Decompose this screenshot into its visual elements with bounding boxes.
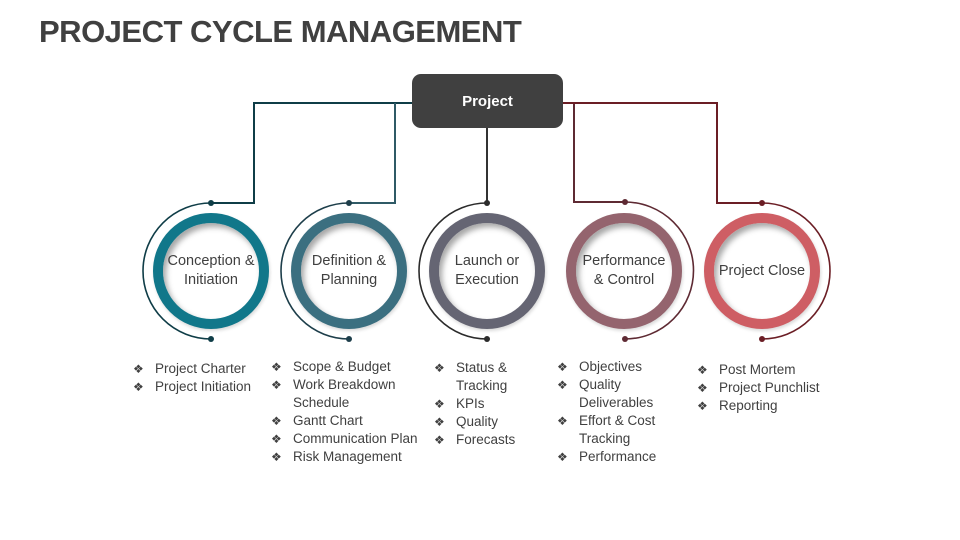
list-item: ❖ Risk Management	[271, 448, 431, 466]
stage-circle-launch: Launch or Execution	[429, 213, 545, 329]
list-item: ❖ Status & Tracking	[434, 359, 544, 395]
dot-bottom-stage-4	[622, 336, 628, 342]
stage-label: Conception & Initiation	[167, 253, 255, 288]
bullet-icon: ❖	[271, 432, 282, 446]
list-item: ❖ Reporting	[697, 397, 837, 415]
dot-bottom-stage-3	[484, 336, 490, 342]
list-item: ❖ KPIs	[434, 395, 544, 413]
list-item: ❖ Project Punchlist	[697, 379, 837, 397]
stage-label: Launch or Execution	[454, 253, 520, 288]
stage-label: Project Close	[718, 262, 806, 279]
connector-stage-1	[211, 102, 412, 204]
list-item: ❖ Post Mortem	[697, 361, 837, 379]
list-item: ❖ Performance	[557, 448, 677, 466]
list-item: ❖ Project Initiation	[133, 378, 258, 396]
stage-items-definition: ❖ Scope & Budget ❖ Work Breakdown Schedule ❖…	[271, 358, 431, 466]
list-item-text: Reporting	[719, 398, 778, 413]
list-item-text: Objectives	[579, 359, 643, 374]
list-item-text: Work Breakdown Schedule	[293, 377, 396, 410]
bullet-icon: ❖	[557, 360, 568, 374]
list-item-text: Post Mortem	[719, 362, 796, 377]
stage-circle-close: Project Close	[704, 213, 820, 329]
dot-top-stage-3	[484, 200, 490, 206]
list-item-text: Project Punchlist	[719, 380, 820, 395]
list-item-text: Risk Management	[293, 449, 402, 464]
list-item: ❖ Quality Deliverables	[557, 376, 677, 412]
connector-stage-2	[349, 103, 396, 204]
bullet-icon: ❖	[271, 378, 282, 392]
connector-stage-4	[573, 103, 625, 203]
bullet-icon: ❖	[557, 414, 568, 428]
dot-top-stage-4	[622, 199, 628, 205]
bullet-icon: ❖	[557, 450, 568, 464]
stage-circle-definition: Definition & Planning	[291, 213, 407, 329]
list-item: ❖ Forecasts	[434, 431, 544, 449]
dot-top-stage-2	[346, 200, 352, 206]
bullet-icon: ❖	[697, 363, 708, 377]
list-item: ❖ Project Charter	[133, 360, 258, 378]
dot-bottom-stage-2	[346, 336, 352, 342]
stage-label: Performance & Control	[582, 253, 666, 288]
list-item-text: Communication Plan	[293, 431, 418, 446]
list-item: ❖ Scope & Budget	[271, 358, 431, 376]
bullet-icon: ❖	[434, 433, 445, 447]
bullet-icon: ❖	[434, 361, 445, 375]
stage-items-close: ❖ Post Mortem ❖ Project Punchlist ❖ Reporting	[697, 361, 837, 415]
root-node-project: Project	[412, 74, 563, 128]
connector-stage-5	[563, 102, 762, 204]
dot-bottom-stage-1	[208, 336, 214, 342]
list-item-text: Performance	[579, 449, 657, 464]
bullet-icon: ❖	[271, 360, 282, 374]
list-item-text: Gantt Chart	[293, 413, 363, 428]
dot-top-stage-5	[759, 200, 765, 206]
stage-items-performance: ❖ Objectives ❖ Quality Deliverables ❖ Effort …	[557, 358, 677, 466]
stage-label: Definition & Planning	[311, 253, 387, 288]
list-item-text: Effort & Cost Tracking	[579, 413, 656, 446]
list-item: ❖ Gantt Chart	[271, 412, 431, 430]
stage-circle-conception: Conception & Initiation	[153, 213, 269, 329]
stage-circle-performance: Performance & Control	[566, 213, 682, 329]
bullet-icon: ❖	[434, 397, 445, 411]
bullet-icon: ❖	[133, 380, 144, 394]
list-item: ❖ Objectives	[557, 358, 677, 376]
list-item-text: Quality	[456, 414, 499, 429]
bullet-icon: ❖	[271, 414, 282, 428]
dot-bottom-stage-5	[759, 336, 765, 342]
list-item-text: Quality Deliverables	[579, 377, 654, 410]
list-item-text: Scope & Budget	[293, 359, 391, 374]
bullet-icon: ❖	[133, 362, 144, 376]
list-item-text: Project Charter	[155, 361, 246, 376]
bullet-icon: ❖	[557, 378, 568, 392]
bullet-icon: ❖	[697, 381, 708, 395]
list-item: ❖ Quality	[434, 413, 544, 431]
stage-items-conception: ❖ Project Charter ❖ Project Initiation	[133, 360, 258, 396]
list-item-text: KPIs	[456, 396, 485, 411]
stage-items-launch: ❖ Status & Tracking ❖ KPIs ❖ Quality ❖ Forecast…	[434, 359, 544, 449]
bullet-icon: ❖	[434, 415, 445, 429]
bullet-icon: ❖	[271, 450, 282, 464]
list-item: ❖ Effort & Cost Tracking	[557, 412, 677, 448]
list-item: ❖ Work Breakdown Schedule	[271, 376, 431, 412]
list-item-text: Project Initiation	[155, 379, 252, 394]
root-node-label: Project	[462, 92, 513, 110]
list-item-text: Forecasts	[456, 432, 516, 447]
dot-top-stage-1	[208, 200, 214, 206]
list-item-text: Status & Tracking	[456, 360, 508, 393]
bullet-icon: ❖	[697, 399, 708, 413]
list-item: ❖ Communication Plan	[271, 430, 431, 448]
